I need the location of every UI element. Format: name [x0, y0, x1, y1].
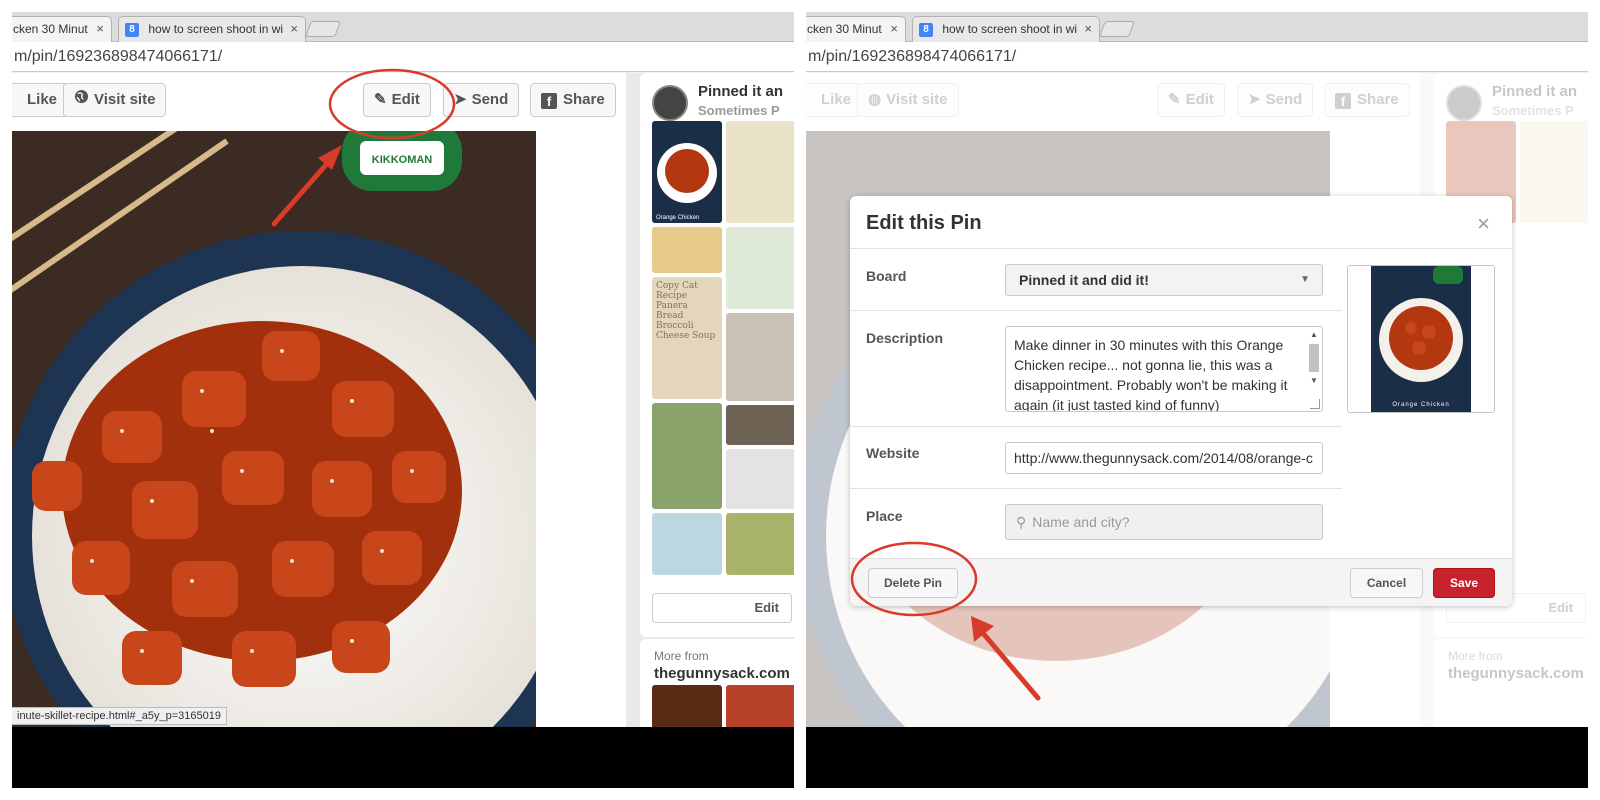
- board-edit-button[interactable]: Edit: [652, 593, 792, 623]
- description-textarea[interactable]: Make dinner in 30 minutes with this Oran…: [1005, 326, 1323, 412]
- tab-close-icon[interactable]: ×: [1084, 17, 1092, 41]
- edit-button[interactable]: ✎ Edit: [363, 83, 431, 117]
- board-tile-salad[interactable]: [726, 227, 794, 309]
- like-label: Like: [27, 91, 58, 108]
- board-title[interactable]: Pinned it an: [698, 83, 783, 100]
- board-tile-greens[interactable]: [726, 513, 794, 575]
- dialog-title: Edit this Pin: [866, 212, 982, 234]
- more-from-card: More from thegunnysack.com: [640, 639, 794, 727]
- board-subtitle: Sometimes P: [698, 103, 780, 118]
- tab-title: cken 30 Minut: [13, 22, 88, 36]
- search-icon: ⚲: [1016, 514, 1027, 530]
- screen-bottom-bar: [806, 727, 1588, 788]
- board-tile-rice[interactable]: [726, 449, 794, 509]
- more-tile-dessert[interactable]: [726, 685, 794, 727]
- caret-down-icon: ▼: [1300, 274, 1310, 285]
- send-icon: ➤: [454, 91, 467, 108]
- board-tile-panera-soup[interactable]: Copy Cat Recipe Panera Bread Broccoli Ch…: [652, 277, 722, 399]
- divider: [850, 426, 1342, 427]
- dialog-footer: Delete Pin Cancel Save: [850, 558, 1512, 606]
- visit-site-label: Visit site: [94, 91, 156, 108]
- board-tile-drink[interactable]: [652, 513, 722, 575]
- status-bar-url: inute-skillet-recipe.html#_a5y_p=3165019: [12, 707, 227, 725]
- google-favicon-icon: 8: [919, 22, 933, 37]
- divider: [850, 248, 1512, 249]
- website-input[interactable]: http://www.thegunnysack.com/2014/08/oran…: [1005, 442, 1323, 474]
- description-text: Make dinner in 30 minutes with this Oran…: [1014, 337, 1288, 412]
- tab-close-icon[interactable]: ×: [290, 17, 298, 41]
- tab-close-icon[interactable]: ×: [96, 17, 104, 41]
- preview-photo: Orange Chicken: [1371, 266, 1471, 412]
- address-bar[interactable]: m/pin/169236898474066171/: [12, 42, 794, 72]
- browser-tab-orange-chicken[interactable]: cken 30 Minut ×: [806, 16, 906, 42]
- page-content: Like Visit site ✎ Edit ➤ Send f Share KI…: [12, 73, 794, 727]
- share-label: Share: [563, 91, 605, 108]
- cancel-button[interactable]: Cancel: [1350, 568, 1423, 598]
- edit-label: Edit: [391, 91, 420, 108]
- board-tile-orange-chicken[interactable]: Orange Chicken: [652, 121, 722, 223]
- globe-icon: [74, 84, 89, 116]
- svg-text:KIKKOMAN: KIKKOMAN: [372, 154, 433, 166]
- share-button[interactable]: f Share: [530, 83, 616, 117]
- board-tile-noodles[interactable]: [652, 227, 722, 273]
- divider: [850, 488, 1342, 489]
- tab-title: how to screen shoot in wi: [942, 22, 1078, 36]
- preview-caption: Orange Chicken: [1392, 402, 1449, 408]
- browser-tab-google[interactable]: 8 how to screen shoot in wi ×: [118, 16, 306, 42]
- tab-title: cken 30 Minut: [807, 22, 882, 36]
- orange-chicken-photo[interactable]: KIKKOMAN: [12, 131, 536, 727]
- website-label: Website: [866, 445, 920, 461]
- place-input[interactable]: ⚲ Name and city?: [1005, 504, 1323, 540]
- close-icon[interactable]: ×: [1477, 212, 1490, 236]
- pencil-icon: ✎: [374, 91, 387, 108]
- scroll-up-icon[interactable]: ▲: [1308, 330, 1320, 340]
- board-avatar[interactable]: [652, 85, 688, 121]
- edit-pin-dialog: Edit this Pin × Board Pinned it and did …: [850, 196, 1512, 606]
- more-from-site[interactable]: thegunnysack.com: [654, 665, 790, 682]
- send-label: Send: [471, 91, 509, 108]
- facebook-icon: f: [541, 93, 557, 109]
- tile-caption: Orange Chicken: [656, 215, 699, 221]
- send-button[interactable]: ➤ Send: [443, 83, 520, 117]
- visit-site-button[interactable]: Visit site: [63, 83, 167, 117]
- new-tab-button[interactable]: [305, 21, 341, 37]
- tab-bar: cken 30 Minut × 8 how to screen shoot in…: [806, 12, 1588, 42]
- textarea-scrollbar[interactable]: ▲ ▼: [1308, 330, 1320, 400]
- pin-card: Like Visit site ✎ Edit ➤ Send f Share KI…: [12, 73, 626, 727]
- place-placeholder: Name and city?: [1032, 514, 1130, 530]
- more-from-label: More from: [654, 649, 709, 663]
- browser-window-before: cken 30 Minut × 8 how to screen shoot in…: [12, 12, 794, 788]
- google-favicon-icon: 8: [125, 22, 139, 37]
- board-label: Board: [866, 268, 907, 284]
- page-content-dimmed: Like ◍Visit site ✎Edit ➤Send fShare Pinn…: [806, 73, 1588, 727]
- scroll-down-icon[interactable]: ▼: [1308, 376, 1320, 386]
- description-label: Description: [866, 330, 944, 346]
- save-button[interactable]: Save: [1433, 568, 1495, 598]
- browser-tab-google[interactable]: 8 how to screen shoot in wi ×: [912, 16, 1100, 42]
- divider: [850, 310, 1342, 311]
- board-tile-casserole[interactable]: [726, 313, 794, 401]
- browser-window-after: cken 30 Minut × 8 how to screen shoot in…: [806, 12, 1588, 788]
- board-card: Pinned it an Sometimes P Orange Chicken …: [640, 73, 794, 637]
- tab-title: how to screen shoot in wi: [148, 22, 284, 36]
- resize-handle-icon[interactable]: [1310, 399, 1320, 409]
- board-select[interactable]: Pinned it and did it! ▼: [1005, 264, 1323, 296]
- board-tile-pasta[interactable]: [726, 121, 794, 223]
- screen-bottom-bar: [12, 727, 794, 788]
- delete-pin-button[interactable]: Delete Pin: [868, 568, 958, 598]
- browser-tab-orange-chicken[interactable]: cken 30 Minut ×: [12, 16, 112, 42]
- new-tab-button[interactable]: [1099, 21, 1135, 37]
- tab-bar: cken 30 Minut × 8 how to screen shoot in…: [12, 12, 794, 42]
- place-label: Place: [866, 508, 903, 524]
- tile-caption: Copy Cat Recipe Panera Bread Broccoli Ch…: [656, 281, 716, 341]
- like-button[interactable]: Like: [12, 83, 69, 117]
- scroll-thumb[interactable]: [1309, 344, 1319, 372]
- more-tile-skewers[interactable]: [652, 685, 722, 727]
- board-select-value: Pinned it and did it!: [1019, 272, 1149, 288]
- board-tile-stirfry[interactable]: [652, 403, 722, 509]
- board-tile-dish[interactable]: [726, 405, 794, 445]
- address-bar[interactable]: m/pin/169236898474066171/: [806, 42, 1588, 72]
- tab-close-icon[interactable]: ×: [890, 17, 898, 41]
- pin-preview-image: Orange Chicken: [1347, 265, 1495, 413]
